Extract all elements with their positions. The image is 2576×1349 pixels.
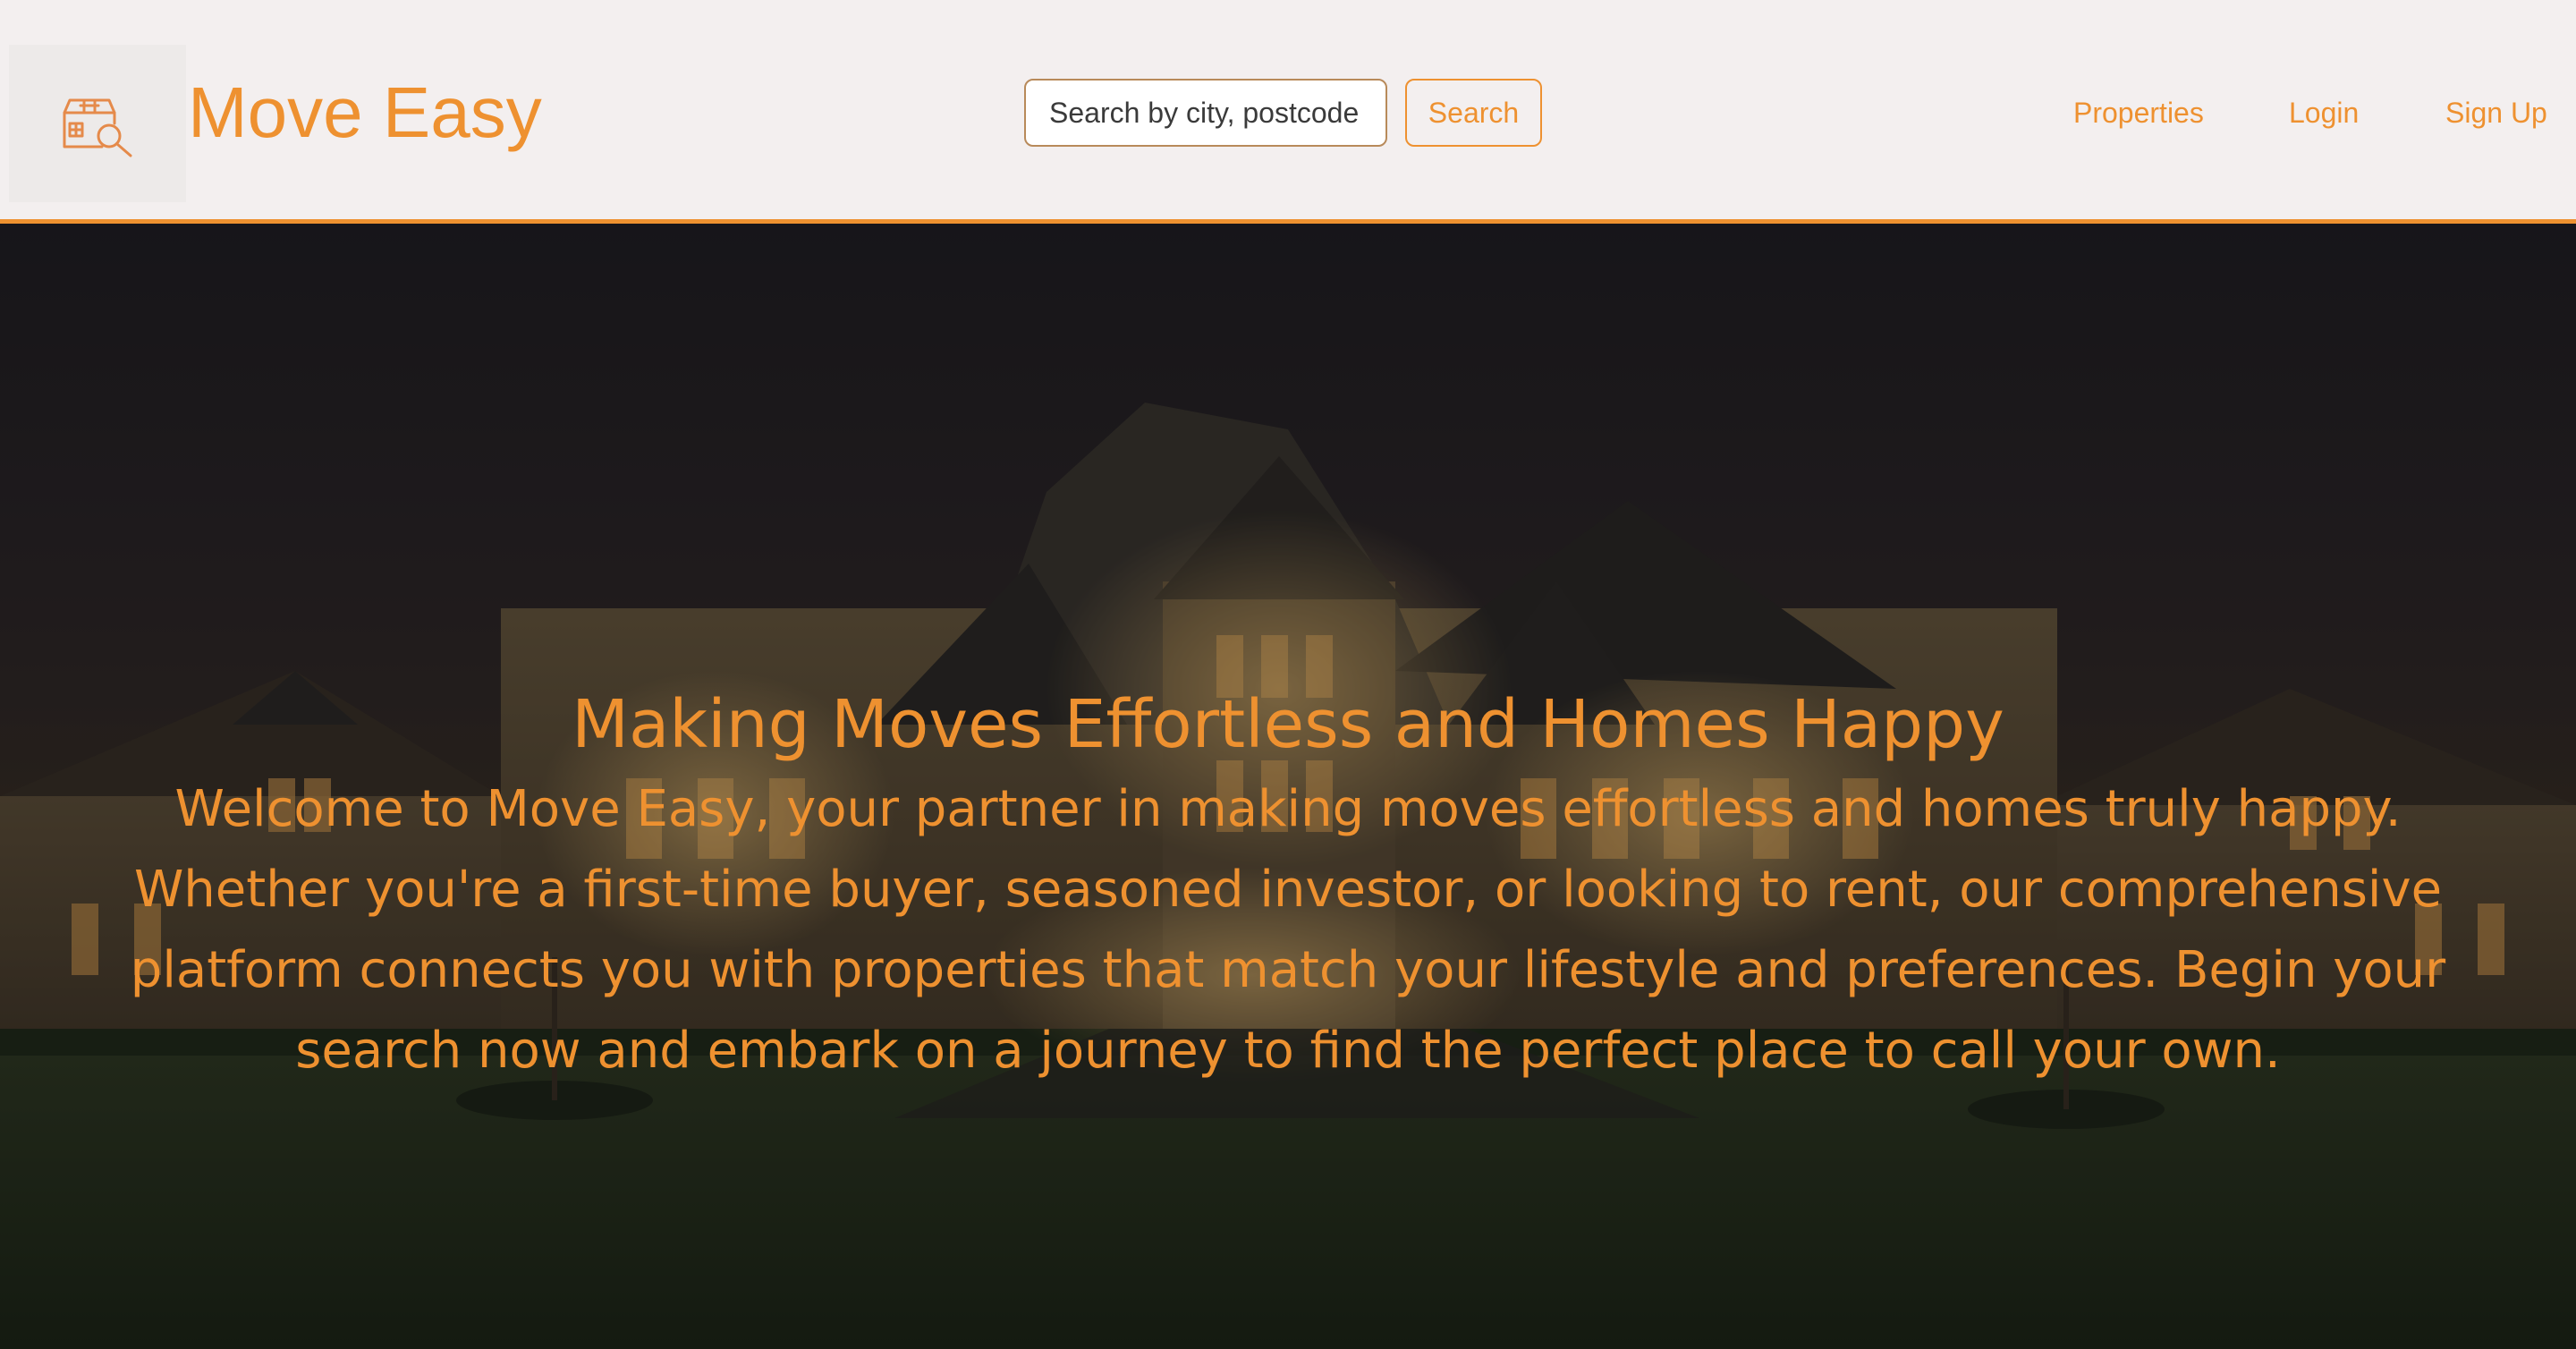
hero-section: Making Moves Effortless and Homes Happy …	[0, 224, 2576, 1349]
nav-properties-link[interactable]: Properties	[2073, 93, 2204, 132]
hero-title: Making Moves Effortless and Homes Happy	[572, 686, 2004, 763]
brand-name[interactable]: Move Easy	[188, 70, 542, 156]
nav-login-link[interactable]: Login	[2289, 93, 2359, 132]
house-search-icon	[63, 98, 132, 157]
search-button[interactable]: Search	[1405, 79, 1542, 147]
hero-content: Making Moves Effortless and Homes Happy …	[72, 680, 2504, 1091]
navbar: Move Easy Search Properties Login Sign U…	[0, 0, 2576, 224]
nav-signup-link[interactable]: Sign Up	[2445, 93, 2547, 132]
hero-description: Welcome to Move Easy, your partner in ma…	[130, 780, 2446, 1080]
logo-link[interactable]	[9, 45, 186, 202]
page: Move Easy Search Properties Login Sign U…	[0, 0, 2576, 1349]
search-input[interactable]	[1024, 79, 1387, 147]
